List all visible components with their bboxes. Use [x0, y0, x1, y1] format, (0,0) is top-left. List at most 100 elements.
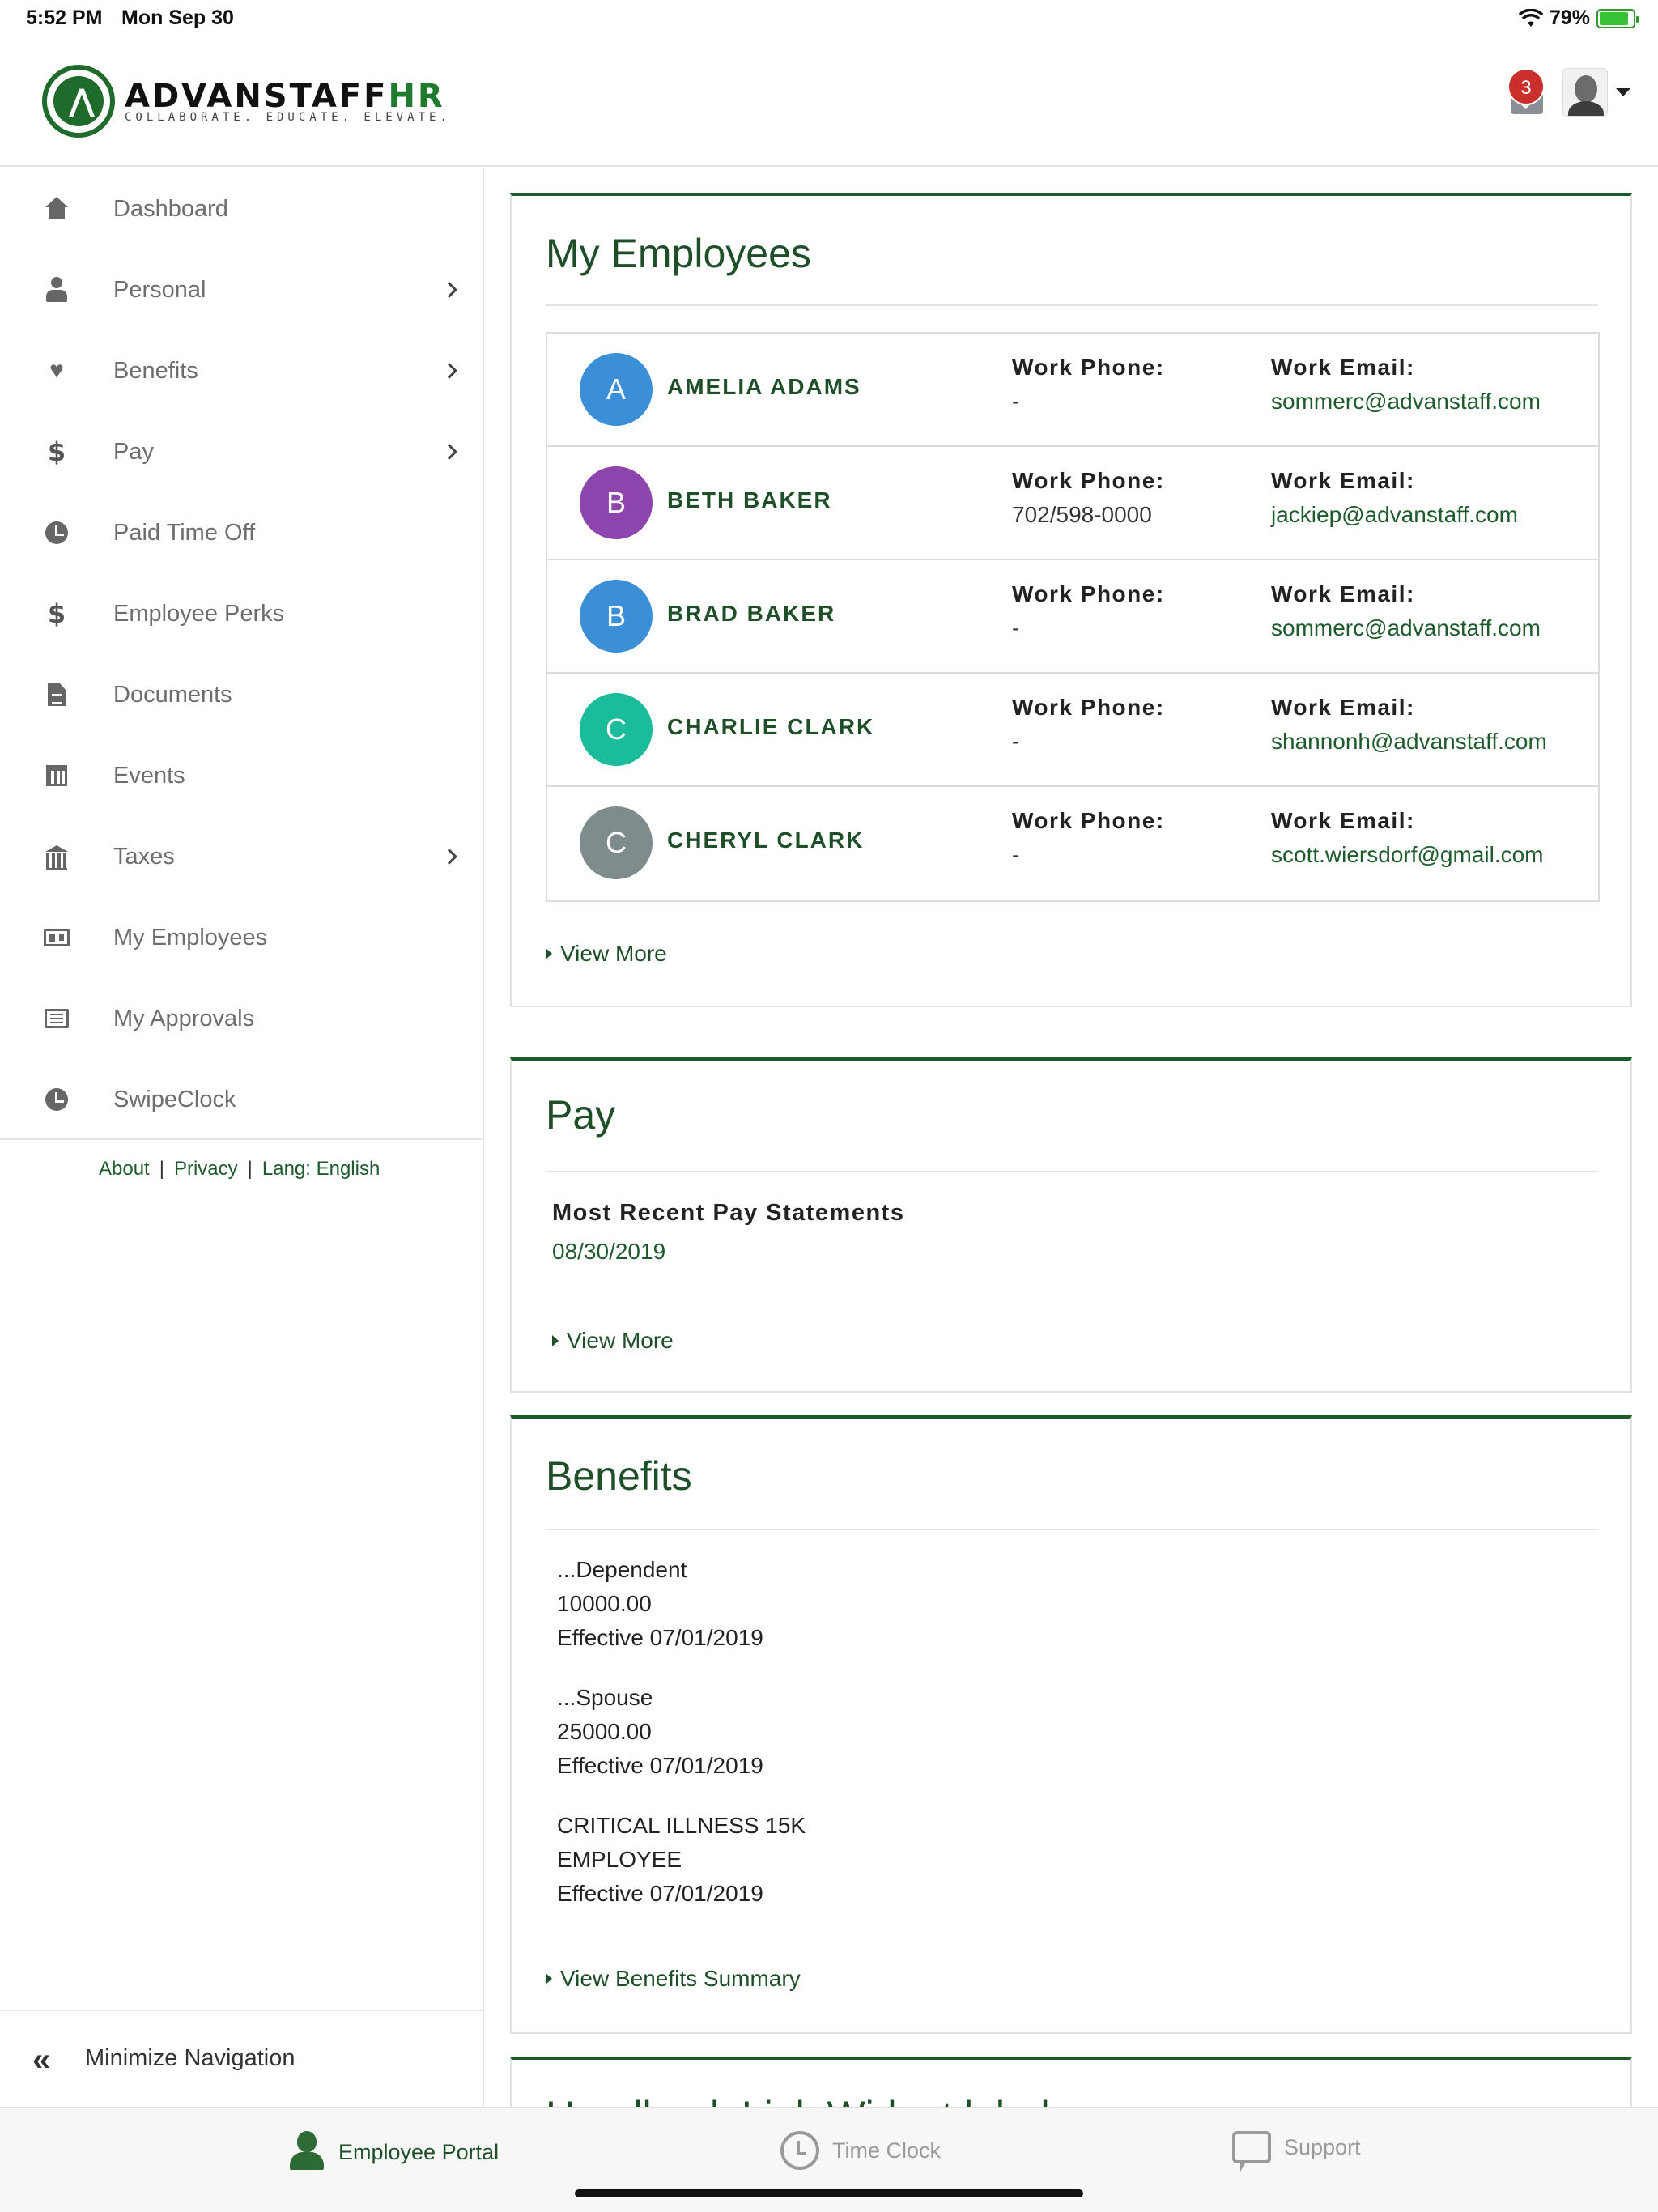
sidebar-item-label: Taxes: [113, 843, 175, 870]
sidebar-item-label: Documents: [113, 681, 232, 708]
panel-title: Pay: [546, 1092, 616, 1138]
minimize-navigation-label: Minimize Navigation: [85, 2045, 295, 2071]
work-email-link[interactable]: sommerc@advanstaff.com: [1271, 615, 1541, 641]
panel-title: Benefits: [546, 1453, 692, 1499]
employee-name[interactable]: CHARLIE CLARK: [667, 714, 874, 740]
sidebar-item-events[interactable]: Events: [0, 735, 483, 816]
tab-support[interactable]: Support: [1232, 2131, 1361, 2172]
benefit-item: ...Dependent 10000.00 Effective 07/01/20…: [557, 1553, 763, 1655]
employee-name[interactable]: BETH BAKER: [667, 487, 832, 513]
benefit-amount: 10000.00: [557, 1591, 652, 1616]
pay-panel: Pay Most Recent Pay Statements 08/30/201…: [510, 1057, 1632, 1393]
table-row[interactable]: C CHARLIE CLARK Work Phone: - Work Email…: [547, 674, 1598, 787]
sidebar-item-label: SwipeClock: [113, 1086, 236, 1112]
view-more-employees-link[interactable]: View More: [546, 941, 667, 967]
sidebar-item-swipeclock[interactable]: SwipeClock: [0, 1059, 483, 1140]
sidebar-item-benefits[interactable]: ♥ Benefits: [0, 330, 483, 411]
work-email-link[interactable]: sommerc@advanstaff.com: [1271, 389, 1541, 415]
sidebar-item-taxes[interactable]: Taxes: [0, 816, 483, 897]
sidebar-item-my-employees[interactable]: My Employees: [0, 897, 483, 978]
work-email-link[interactable]: jackiep@advanstaff.com: [1271, 502, 1518, 528]
header-actions: 3: [1507, 68, 1630, 117]
logo[interactable]: ⋀ ADVANSTAFFHR COLLABORATE. EDUCATE. ELE…: [42, 65, 451, 138]
benefit-tier: EMPLOYEE: [557, 1847, 682, 1872]
sidebar-item-paid-time-off[interactable]: Paid Time Off: [0, 492, 483, 573]
sidebar-item-label: Benefits: [113, 357, 198, 384]
table-row[interactable]: A AMELIA ADAMS Work Phone: - Work Email:…: [547, 334, 1598, 447]
minimize-navigation-button[interactable]: « Minimize Navigation: [0, 2010, 483, 2107]
view-benefits-summary-link[interactable]: View Benefits Summary: [546, 1966, 801, 1992]
employee-table: A AMELIA ADAMS Work Phone: - Work Email:…: [546, 332, 1600, 902]
sidebar-item-label: My Employees: [113, 924, 268, 951]
id-card-icon: [42, 923, 71, 952]
logo-name: ADVANSTAFFHR: [125, 78, 445, 115]
employee-name[interactable]: AMELIA ADAMS: [667, 374, 861, 400]
work-phone-value: -: [1012, 729, 1020, 754]
benefit-name: CRITICAL ILLNESS 15K: [557, 1813, 806, 1838]
view-more-pay-link[interactable]: View More: [552, 1328, 674, 1354]
view-more-label: View More: [560, 941, 667, 966]
benefit-item: ...Spouse 25000.00 Effective 07/01/2019: [557, 1681, 763, 1783]
dollar-icon: $: [47, 436, 66, 467]
status-right: 79%: [1518, 6, 1639, 30]
employee-avatar: A: [580, 353, 653, 426]
chevron-right-icon: [441, 363, 457, 379]
tab-label: Employee Portal: [338, 2139, 500, 2164]
employee-name[interactable]: BRAD BAKER: [667, 601, 835, 627]
employee-avatar: B: [580, 580, 653, 653]
tab-label: Support: [1284, 2134, 1361, 2159]
table-row[interactable]: B BETH BAKER Work Phone: 702/598-0000 Wo…: [547, 447, 1598, 560]
benefit-effective-date: Effective 07/01/2019: [557, 1753, 763, 1778]
employee-avatar: C: [580, 693, 653, 766]
chevron-right-icon: [441, 444, 457, 460]
work-email-link[interactable]: shannonh@advanstaff.com: [1271, 729, 1547, 755]
sidebar-item-label: Paid Time Off: [113, 519, 256, 546]
sidebar-item-documents[interactable]: Documents: [0, 654, 483, 735]
divider: [546, 1529, 1598, 1530]
pay-statement-link[interactable]: 08/30/2019: [552, 1239, 665, 1265]
sidebar-divider: [0, 1138, 483, 1140]
employee-icon: [288, 2131, 325, 2173]
caret-right-icon: [546, 948, 552, 959]
status-time: 5:52 PM: [26, 6, 103, 29]
tab-time-clock[interactable]: Time Clock: [780, 2131, 941, 2170]
tab-employee-portal[interactable]: Employee Portal: [288, 2131, 499, 2173]
caret-right-icon: [546, 1973, 552, 1984]
tab-label: Time Clock: [832, 2138, 942, 2163]
about-link[interactable]: About: [99, 1158, 150, 1180]
sidebar-item-my-approvals[interactable]: My Approvals: [0, 978, 483, 1059]
sidebar-item-pay[interactable]: $ Pay: [0, 411, 483, 492]
list-icon: [42, 1004, 71, 1033]
battery-percent: 79%: [1549, 6, 1590, 29]
link-separator: |: [159, 1158, 164, 1180]
chat-icon: [1232, 2131, 1271, 2172]
chevron-down-icon[interactable]: [1616, 88, 1630, 96]
heartbeat-icon: ♥: [49, 357, 64, 384]
work-email-label: Work Email:: [1271, 808, 1415, 833]
bank-icon: [42, 842, 71, 871]
work-email-link[interactable]: scott.wiersdorf@gmail.com: [1271, 842, 1544, 868]
work-email-label: Work Email:: [1271, 355, 1415, 380]
status-date: Mon Sep 30: [121, 6, 234, 29]
avatar[interactable]: [1562, 68, 1608, 117]
table-row[interactable]: B BRAD BAKER Work Phone: - Work Email: s…: [547, 560, 1598, 674]
language-link[interactable]: Lang: English: [262, 1158, 380, 1180]
privacy-link[interactable]: Privacy: [174, 1158, 238, 1180]
employee-name[interactable]: CHERYL CLARK: [667, 827, 864, 853]
sidebar-item-dashboard[interactable]: Dashboard: [0, 168, 483, 249]
wifi-icon: [1518, 8, 1543, 27]
sidebar-item-personal[interactable]: Personal: [0, 249, 483, 330]
calendar-icon: [42, 761, 71, 790]
home-indicator: [575, 2189, 1083, 2197]
sidebar-item-label: Personal: [113, 276, 206, 303]
handbook-panel: Handbook Link Widget label...: [510, 2057, 1632, 2107]
table-row[interactable]: C CHERYL CLARK Work Phone: - Work Email:…: [547, 787, 1598, 900]
sidebar-item-employee-perks[interactable]: $ Employee Perks: [0, 573, 483, 654]
sidebar-item-label: Employee Perks: [113, 600, 285, 627]
work-phone-label: Work Phone:: [1012, 808, 1165, 833]
benefit-effective-date: Effective 07/01/2019: [557, 1881, 763, 1906]
notification-badge[interactable]: 3: [1507, 68, 1545, 105]
sidebar-item-label: Dashboard: [113, 195, 228, 222]
work-phone-value: -: [1012, 842, 1020, 867]
panel-title: Handbook Link Widget label...: [546, 2092, 1083, 2107]
